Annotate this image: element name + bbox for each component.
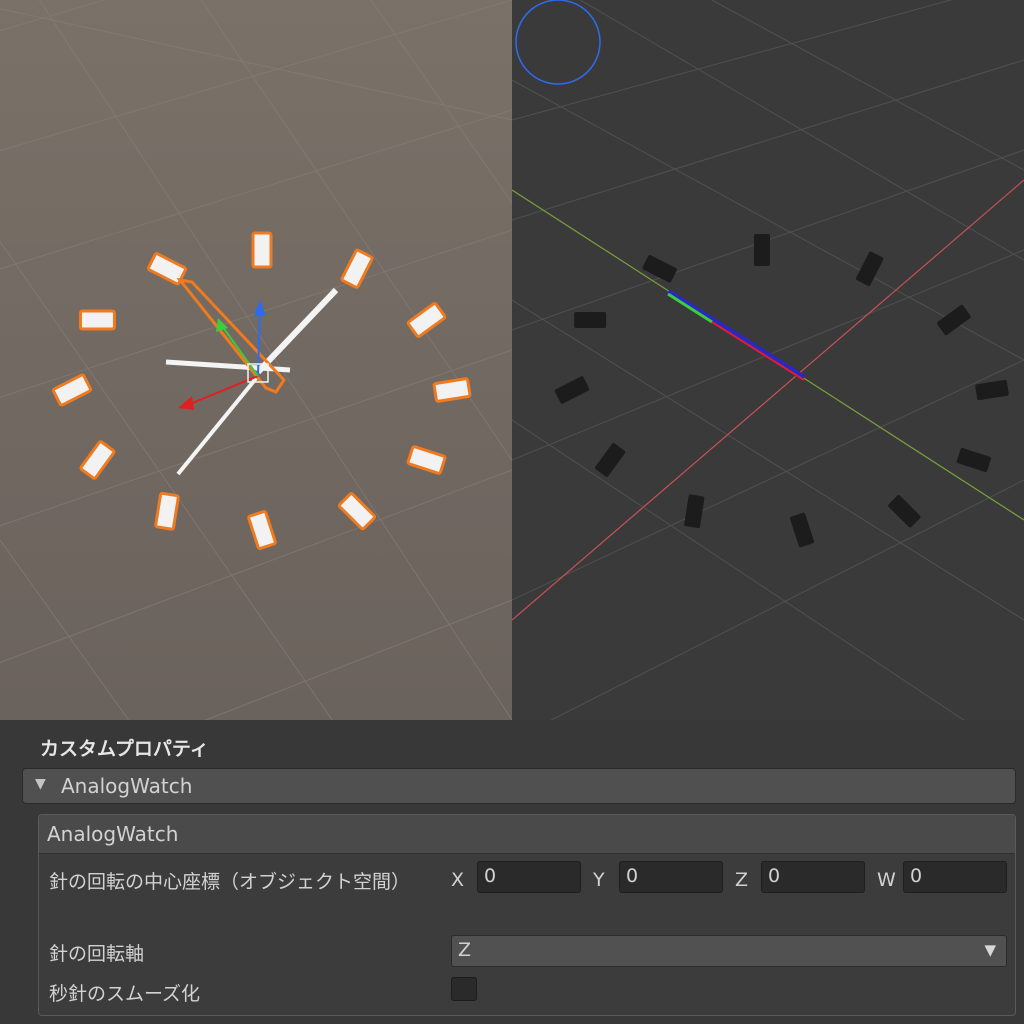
game-canvas[interactable] xyxy=(512,0,1024,720)
panel-title: AnalogWatch xyxy=(47,822,179,846)
foldout-arrow-icon[interactable]: ▼ xyxy=(35,776,46,792)
hour-marker xyxy=(754,234,770,266)
hour-marker xyxy=(574,312,607,328)
hour-marker[interactable] xyxy=(154,491,180,531)
dropdown-value[interactable]: Z xyxy=(458,939,471,961)
scene-view[interactable] xyxy=(0,0,512,720)
dropdown-caret-icon[interactable]: ▼ xyxy=(984,941,996,959)
inspector-panel: カスタムプロパティ ▼ AnalogWatch AnalogWatch 針の回転… xyxy=(0,720,1024,1024)
analogwatch-foldout[interactable]: ▼ AnalogWatch xyxy=(22,768,1016,804)
smooth-property-label: 秒針のスムーズ化 xyxy=(49,983,201,1005)
hour-marker[interactable] xyxy=(78,309,116,331)
center-w-field[interactable]: 0 xyxy=(903,861,1007,893)
smooth-second-hand-checkbox[interactable] xyxy=(451,977,477,1001)
material-properties-panel: AnalogWatch 針の回転の中心座標（オブジェクト空間） X 0 Y 0 … xyxy=(38,814,1016,1016)
w-label: W xyxy=(877,869,896,891)
z-label: Z xyxy=(735,869,749,891)
section-title: カスタムプロパティ xyxy=(40,738,209,760)
center-property-label: 針の回転の中心座標（オブジェクト空間） xyxy=(49,871,411,893)
center-y-field[interactable]: 0 xyxy=(619,861,723,893)
center-z-field[interactable]: 0 xyxy=(761,861,865,893)
game-view[interactable] xyxy=(512,0,1024,720)
rotation-axis-dropdown[interactable]: Z ▼ xyxy=(451,935,1007,967)
hour-marker[interactable] xyxy=(251,231,273,269)
axis-property-label: 針の回転軸 xyxy=(49,943,145,965)
center-x-field[interactable]: 0 xyxy=(477,861,581,893)
hour-marker[interactable] xyxy=(432,377,472,403)
y-label: Y xyxy=(593,869,605,891)
foldout-label[interactable]: AnalogWatch xyxy=(61,774,192,798)
x-label: X xyxy=(451,869,465,891)
panel-header: AnalogWatch xyxy=(39,815,1015,854)
scene-canvas[interactable] xyxy=(0,0,512,720)
